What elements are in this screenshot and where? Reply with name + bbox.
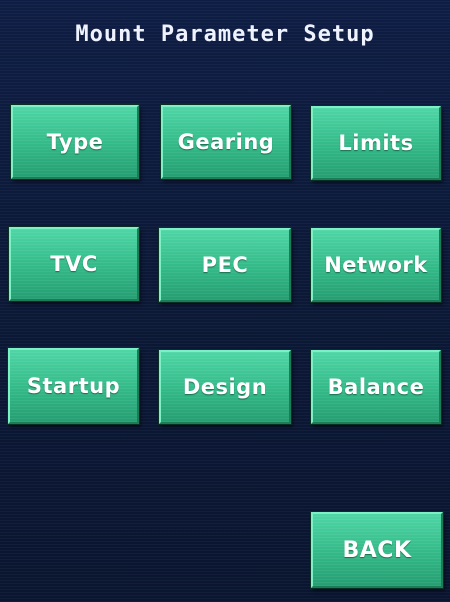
limits-button[interactable]: Limits	[311, 106, 441, 180]
gearing-button[interactable]: Gearing	[161, 105, 291, 179]
balance-button[interactable]: Balance	[311, 350, 441, 424]
design-button[interactable]: Design	[159, 350, 291, 424]
startup-button[interactable]: Startup	[8, 348, 139, 424]
network-button[interactable]: Network	[311, 228, 441, 302]
type-button[interactable]: Type	[11, 105, 139, 179]
tvc-button[interactable]: TVC	[9, 227, 139, 301]
screen: Mount Parameter Setup Type Gearing Limit…	[0, 0, 450, 602]
page-title: Mount Parameter Setup	[75, 22, 375, 47]
back-button[interactable]: BACK	[311, 512, 443, 588]
pec-button[interactable]: PEC	[159, 228, 291, 302]
